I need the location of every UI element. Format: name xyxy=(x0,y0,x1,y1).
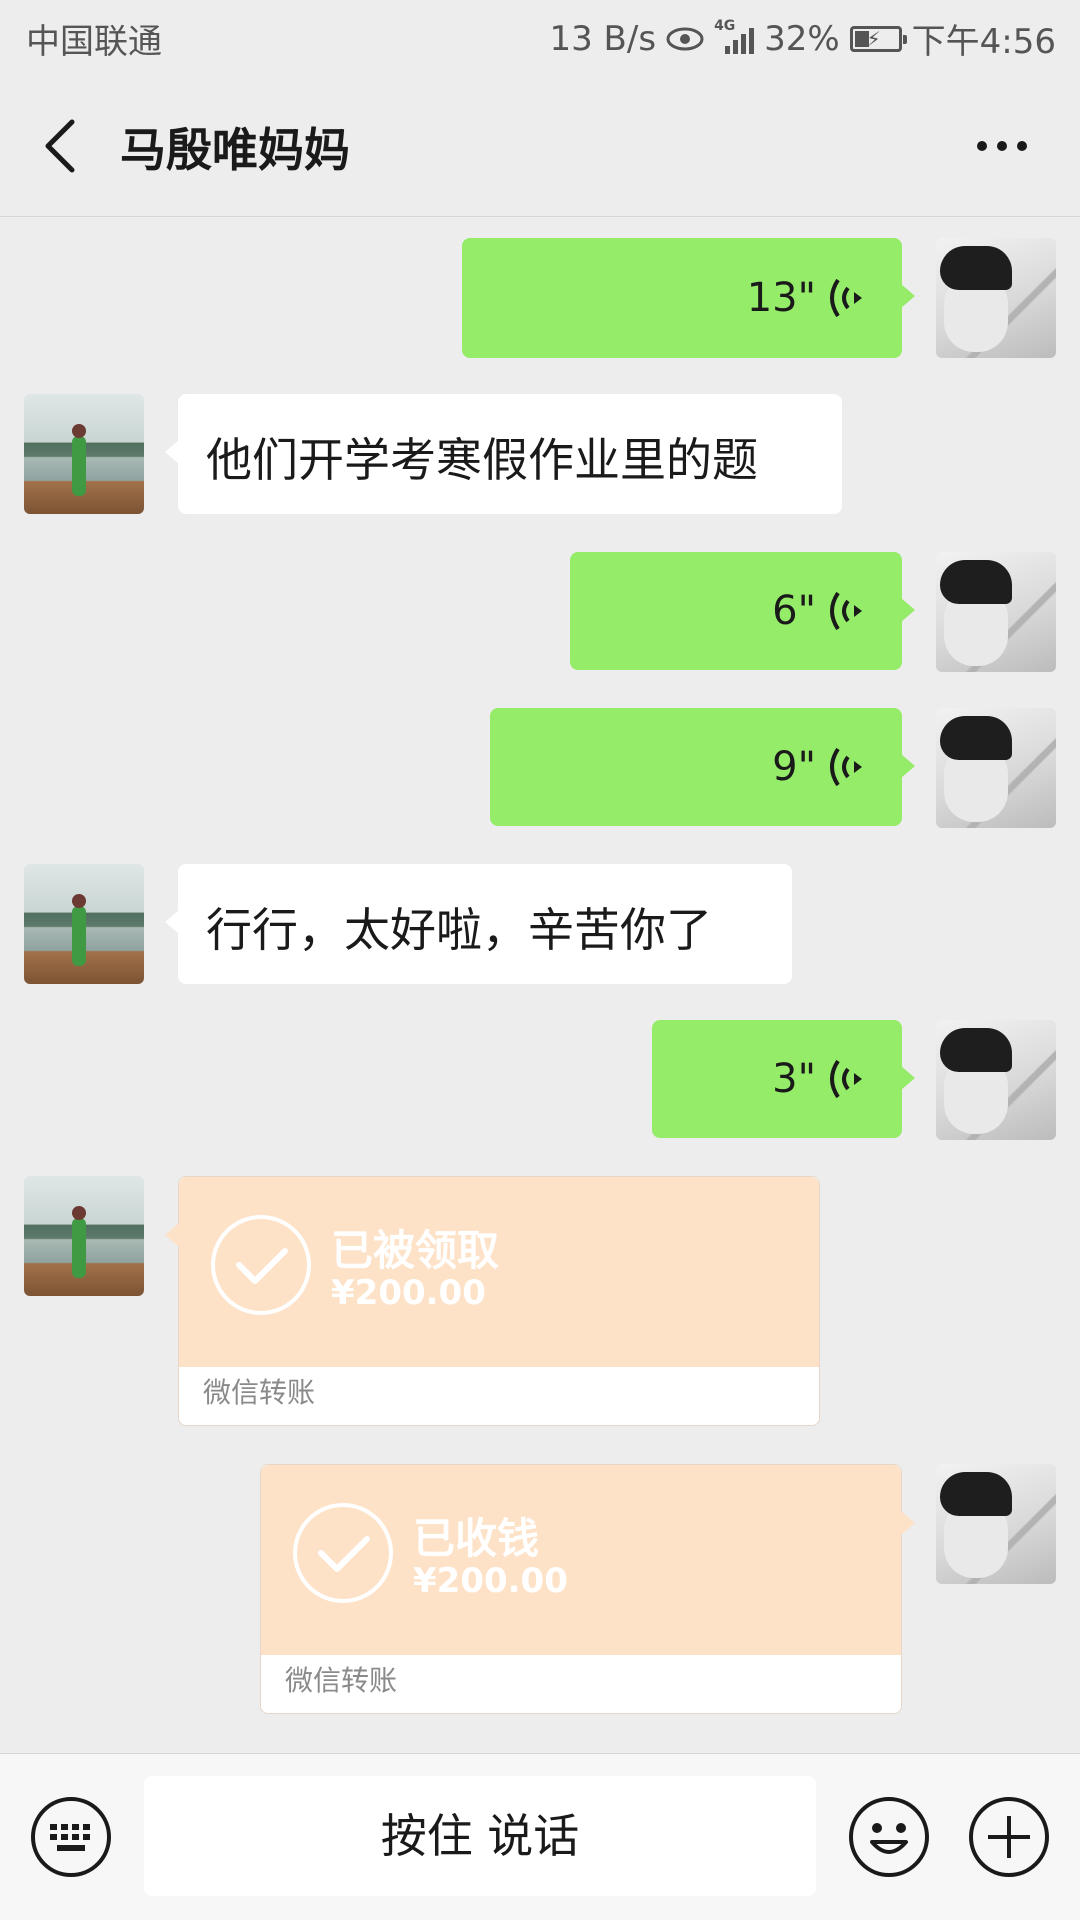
transfer-amount: ¥200.00 xyxy=(331,1273,486,1313)
avatar[interactable] xyxy=(24,1176,144,1296)
chat-title: 马殷唯妈妈 xyxy=(120,123,350,177)
avatar[interactable] xyxy=(936,552,1056,672)
message-text: 他们开学考寒假作业里的题 xyxy=(206,433,758,487)
network-type: 4G xyxy=(714,17,736,34)
voice-duration: 9" xyxy=(772,744,816,790)
voice-message[interactable]: 3" xyxy=(652,1020,915,1138)
text-message[interactable]: 行行，太好啦，辛苦你了 xyxy=(165,864,792,984)
chevron-left-icon[interactable] xyxy=(38,114,82,178)
more-dots-icon[interactable] xyxy=(974,136,1030,156)
transfer-card[interactable]: 已收钱 ¥200.00 微信转账 xyxy=(260,1464,915,1714)
transfer-amount: ¥200.00 xyxy=(413,1561,568,1601)
voice-message[interactable]: 9" xyxy=(490,708,915,826)
avatar[interactable] xyxy=(24,864,144,984)
battery-percent: 32% xyxy=(764,18,840,59)
text-message[interactable]: 他们开学考寒假作业里的题 xyxy=(165,394,842,514)
status-bar: 中国联通 13 B/s 4G 32% ⚡ 下午4:56 xyxy=(0,0,1080,76)
voice-duration: 13" xyxy=(746,275,816,321)
avatar[interactable] xyxy=(936,1020,1056,1140)
carrier-name: 中国联通 xyxy=(26,22,162,62)
chat-header: 马殷唯妈妈 xyxy=(0,76,1080,217)
transfer-card[interactable]: 已被领取 ¥200.00 微信转账 xyxy=(165,1176,820,1426)
transfer-label: 微信转账 xyxy=(285,1664,398,1697)
avatar[interactable] xyxy=(936,238,1056,358)
emoji-icon[interactable] xyxy=(848,1796,930,1878)
voice-message[interactable]: 6" xyxy=(570,552,915,670)
voice-message[interactable]: 13" xyxy=(462,238,915,358)
transfer-status: 已收钱 xyxy=(413,1514,540,1563)
plus-icon[interactable] xyxy=(968,1796,1050,1878)
eye-icon xyxy=(666,27,704,50)
voice-wave-icon xyxy=(830,591,862,631)
voice-wave-icon xyxy=(830,1059,862,1099)
input-bar: 按住 说话 xyxy=(0,1753,1080,1920)
avatar[interactable] xyxy=(24,394,144,514)
avatar[interactable] xyxy=(936,1464,1056,1584)
message-text: 行行，太好啦，辛苦你了 xyxy=(206,903,712,957)
network-speed: 13 B/s xyxy=(549,18,657,59)
voice-duration: 3" xyxy=(772,1056,816,1102)
check-circle-icon xyxy=(211,1215,311,1315)
check-circle-icon xyxy=(293,1503,393,1603)
voice-wave-icon xyxy=(830,747,862,787)
status-bar-right: 13 B/s 4G 32% ⚡ 下午4:56 xyxy=(539,14,1056,63)
voice-duration: 6" xyxy=(772,588,816,634)
avatar[interactable] xyxy=(936,708,1056,828)
clock: 下午4:56 xyxy=(911,22,1056,62)
keyboard-icon[interactable] xyxy=(30,1796,112,1878)
voice-wave-icon xyxy=(830,278,862,318)
transfer-label: 微信转账 xyxy=(203,1376,316,1409)
battery-icon: ⚡ xyxy=(849,25,907,52)
signal-icon: 4G xyxy=(714,18,755,54)
hold-to-talk-button[interactable]: 按住 说话 xyxy=(144,1776,816,1896)
transfer-status: 已被领取 xyxy=(331,1226,500,1275)
